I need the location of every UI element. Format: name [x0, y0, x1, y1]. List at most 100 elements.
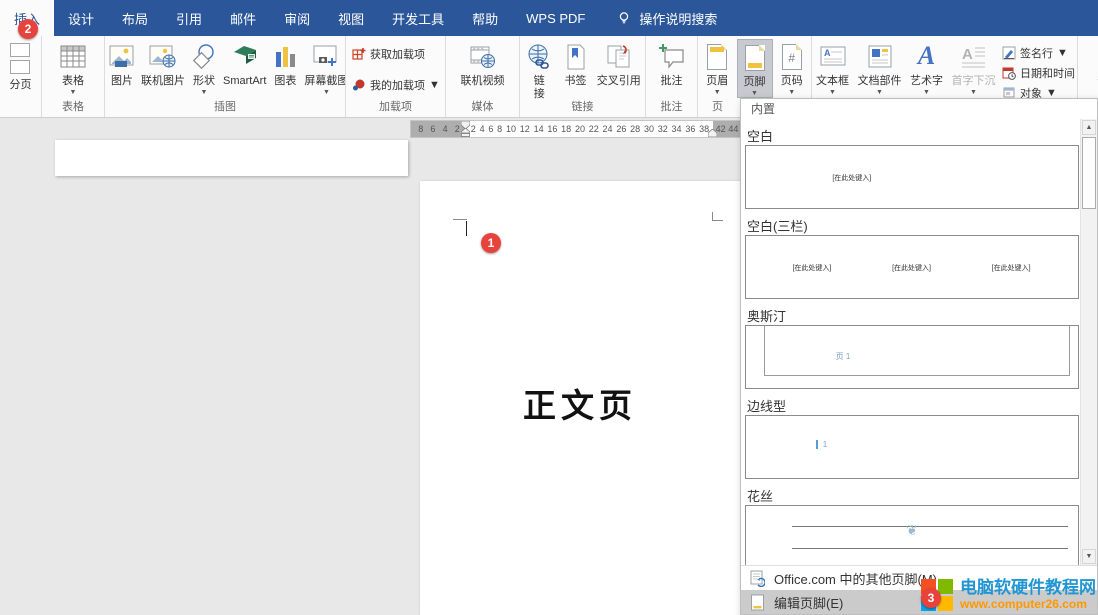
- ruler-number: 26: [616, 124, 626, 134]
- equation-button[interactable]: π 公式: [1091, 39, 1098, 88]
- ruler-number: 6: [430, 124, 435, 134]
- cross-reference-button[interactable]: 交叉引用: [595, 39, 643, 88]
- shapes-button[interactable]: 形状 ▼: [187, 39, 221, 96]
- horizontal-ruler[interactable]: 8642 2468101214161820222426283032343638 …: [410, 120, 742, 138]
- scrollbar-thumb[interactable]: [1082, 137, 1096, 209]
- ruler-number: 14: [534, 124, 544, 134]
- site-watermark: 电脑软硬件教程网 www.computer26.com: [921, 579, 1096, 611]
- tell-me-search[interactable]: 操作说明搜索: [617, 0, 717, 36]
- footer-gallery: 空白[在此处键入]空白(三栏)[在此处键入][在此处键入][在此处键入]奥斯汀页…: [745, 119, 1079, 565]
- get-addins-button[interactable]: 获取加载项: [352, 46, 425, 62]
- equation-icon: π: [1093, 42, 1098, 72]
- chart-icon: [270, 42, 300, 72]
- online-picture-button[interactable]: 联机图片: [139, 39, 187, 88]
- menu-tabs: 插入设计布局引用邮件审阅视图开发工具帮助WPS PDF: [0, 0, 599, 36]
- table-icon: [58, 42, 88, 72]
- ruler-number: 2: [471, 124, 476, 134]
- comment-button[interactable]: 批注: [655, 39, 689, 88]
- ruler-right-margin: 4244: [713, 121, 741, 137]
- dropdown-arrow: ▼: [876, 89, 883, 96]
- ruler-number: 12: [520, 124, 530, 134]
- ruler-number: 36: [685, 124, 695, 134]
- table-button[interactable]: 表格 ▼: [56, 39, 90, 96]
- footer-gallery-panel: 内置 空白[在此处键入]空白(三栏)[在此处键入][在此处键入][在此处键入]奥…: [740, 98, 1098, 615]
- drop-cap-button: A 首字下沉 ▼: [950, 39, 998, 96]
- tab-帮助[interactable]: 帮助: [458, 0, 512, 36]
- gallery-section-title: 边线型: [747, 396, 1077, 411]
- drop-cap-icon: A: [959, 42, 989, 72]
- footer-button[interactable]: 页脚 ▼: [737, 39, 773, 98]
- document-page[interactable]: 正文页: [420, 181, 740, 615]
- link-button[interactable]: 链接: [522, 39, 556, 100]
- tab-审阅[interactable]: 审阅: [270, 0, 324, 36]
- scroll-down-arrow[interactable]: ▼: [1082, 549, 1096, 564]
- group-comments: 批注 批注: [646, 36, 698, 117]
- tab-开发工具[interactable]: 开发工具: [378, 0, 458, 36]
- date-time-button[interactable]: 日期和时间: [1002, 65, 1075, 81]
- group-table: 表格 ▼ 表格: [42, 36, 105, 117]
- footer-template-2[interactable]: [在此处键入][在此处键入][在此处键入]: [745, 235, 1079, 299]
- online-video-button[interactable]: 联机视频: [459, 39, 507, 88]
- screenshot-button[interactable]: 屏幕截图 ▼: [302, 39, 346, 96]
- bookmark-button[interactable]: 书签: [559, 39, 593, 88]
- previous-page-bottom[interactable]: [55, 140, 408, 176]
- gallery-section-title: 花丝: [747, 486, 1077, 501]
- tab-视图[interactable]: 视图: [324, 0, 378, 36]
- header-button[interactable]: 页眉 ▼: [700, 39, 734, 96]
- wordart-button[interactable]: A 艺术字 ▼: [908, 39, 945, 96]
- watermark-site-url: www.computer26.com: [960, 598, 1096, 611]
- tab-引用[interactable]: 引用: [162, 0, 216, 36]
- group-label-addins: 加载项: [346, 100, 445, 117]
- comment-icon: [657, 42, 687, 72]
- placeholder-text: [在此处键入]: [992, 263, 1031, 273]
- picture-icon: [107, 42, 137, 72]
- ruler-number: 28: [630, 124, 640, 134]
- filigree-rule: [792, 526, 1068, 527]
- picture-button[interactable]: 图片: [105, 39, 139, 88]
- my-addins-button[interactable]: 我的加载项 ▼: [352, 77, 440, 93]
- scroll-up-arrow[interactable]: ▲: [1082, 120, 1096, 135]
- right-indent-marker[interactable]: [708, 129, 717, 137]
- page-break-button[interactable]: 分页: [4, 39, 38, 92]
- group-addins: 获取加载项 我的加载项 ▼ 加载项: [346, 36, 446, 117]
- textbox-icon: A: [818, 42, 848, 72]
- placeholder-text: [在此处键入]: [792, 263, 831, 273]
- textbox-button[interactable]: A 文本框 ▼: [814, 39, 851, 96]
- page-number-preview: 页 1: [836, 351, 851, 362]
- tab-WPS PDF[interactable]: WPS PDF: [512, 0, 599, 36]
- officecom-footer-icon: [750, 570, 765, 587]
- page-number-icon: #: [777, 42, 807, 72]
- group-links: 链接 书签 交叉引用 链接: [520, 36, 646, 117]
- gallery-section-title: 空白(三栏): [747, 216, 1077, 231]
- link-icon: [524, 42, 554, 72]
- chart-button[interactable]: 图表: [268, 39, 302, 88]
- ruler-number: 4: [443, 124, 448, 134]
- gallery-scrollbar[interactable]: ▲ ▼: [1080, 119, 1097, 565]
- dropdown-arrow: ▼: [714, 89, 721, 96]
- quick-parts-button[interactable]: 文档部件 ▼: [856, 39, 904, 96]
- hanging-indent-marker[interactable]: [461, 128, 470, 137]
- tab-布局[interactable]: 布局: [108, 0, 162, 36]
- smartart-button[interactable]: SmartArt: [221, 39, 268, 88]
- step-badge-2: 2: [18, 19, 38, 39]
- quick-parts-icon: [865, 42, 895, 72]
- page-number-preview: 1: [816, 440, 827, 449]
- ruler-number: 2: [455, 124, 460, 134]
- ruler-number: 6: [488, 124, 493, 134]
- menu-item-label: Office.com 中的其他页脚(M): [774, 569, 937, 588]
- signature-line-button[interactable]: 签名行 ▼: [1002, 45, 1075, 61]
- dropdown-arrow: ▼: [201, 89, 208, 96]
- page-number-button[interactable]: # 页码 ▼: [775, 39, 809, 96]
- group-label-media: 媒体: [446, 100, 519, 117]
- ruler-number: 24: [603, 124, 613, 134]
- tab-邮件[interactable]: 邮件: [216, 0, 270, 36]
- crop-mark-top-left: [453, 219, 467, 220]
- screenshot-icon: [311, 42, 341, 72]
- footer-template-3[interactable]: 页 1: [745, 325, 1079, 389]
- tab-设计[interactable]: 设计: [54, 0, 108, 36]
- ruler-number: 32: [658, 124, 668, 134]
- footer-template-1[interactable]: [在此处键入]: [745, 145, 1079, 209]
- footer-template-4[interactable]: 1: [745, 415, 1079, 479]
- ruler-number: 20: [575, 124, 585, 134]
- footer-template-5[interactable]: ❦: [745, 505, 1079, 565]
